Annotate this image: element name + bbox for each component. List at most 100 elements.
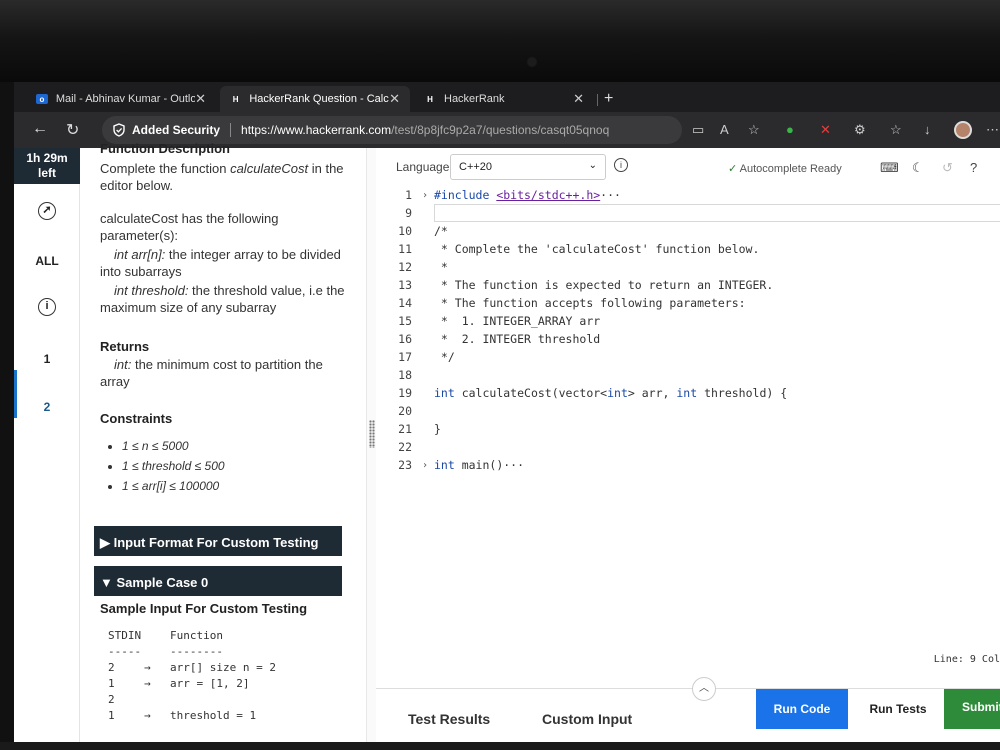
back-icon[interactable]: ← — [32, 120, 48, 138]
language-select[interactable]: C++20 ⌄ — [450, 154, 606, 180]
tab-divider — [597, 94, 598, 106]
function-name: calculateCost — [230, 161, 309, 176]
hackerrank-icon: H — [427, 94, 433, 104]
tab-hackerrank[interactable]: H HackerRank ✕ — [414, 86, 594, 112]
question-nav: 1h 29m left ➚ ALL i 1 2 — [14, 148, 80, 750]
tab-test-results[interactable]: Test Results — [408, 711, 490, 727]
code-text: #include <bits/stdc++.h>··· — [434, 188, 621, 202]
sample-case-toggle[interactable]: ▼ Sample Case 0 — [94, 566, 342, 596]
fold-icon[interactable]: › — [422, 190, 434, 201]
line-number: 14 — [398, 296, 412, 310]
nav-all[interactable]: ALL — [14, 254, 80, 268]
refresh-icon[interactable]: ↻ — [66, 120, 79, 140]
function-cell: threshold = 1 — [170, 709, 257, 722]
favorite-add-icon[interactable]: ☆ — [748, 122, 760, 138]
favorites-icon[interactable]: ☆ — [890, 122, 902, 138]
chevron-up-icon[interactable]: ︿ — [692, 677, 716, 701]
code-line: 1 › #include <bits/stdc++.h>··· — [376, 186, 1000, 204]
extensions-icon[interactable]: ⚙ — [854, 122, 866, 138]
code-line: 15 * 1. INTEGER_ARRAY arr — [376, 312, 1000, 330]
tab-custom-input[interactable]: Custom Input — [542, 711, 632, 727]
read-aloud-icon[interactable]: A — [720, 122, 729, 137]
compass-icon: ➚ — [38, 202, 56, 220]
line-number: 16 — [398, 332, 412, 346]
code-text: } — [434, 422, 441, 436]
pane-splitter[interactable] — [366, 148, 376, 750]
text: Complete the function — [100, 161, 231, 176]
table-row: 2 — [108, 692, 276, 708]
line-number: 11 — [398, 242, 412, 256]
nav-question-2[interactable]: 2 — [14, 400, 80, 414]
camera — [528, 58, 536, 66]
code-text: /* — [434, 224, 448, 238]
arrow-icon: → — [144, 677, 151, 690]
param-threshold: int threshold: the threshold value, i.e … — [100, 282, 355, 316]
tab-hackerrank-question[interactable]: H HackerRank Question - Calcul ✕ — [220, 86, 410, 112]
code-line: 18 — [376, 366, 1000, 384]
help-icon[interactable]: ? — [970, 160, 977, 175]
download-icon[interactable]: ↓ — [924, 122, 931, 137]
drag-handle-icon[interactable] — [369, 420, 375, 448]
keyboard-icon[interactable]: ⌨ — [880, 160, 899, 176]
line-number: 12 — [398, 260, 412, 274]
info-button[interactable]: i — [14, 298, 80, 316]
table-row: 1 → arr = [1, 2] — [108, 676, 276, 692]
close-icon[interactable]: ✕ — [573, 91, 584, 107]
code-line: 9 — [376, 204, 1000, 222]
code-text: * — [434, 260, 448, 274]
run-tests-button[interactable]: Run Tests — [858, 689, 938, 729]
code-line: 13 * The function is expected to return … — [376, 276, 1000, 294]
tab-bar: o Mail - Abhinav Kumar - Outlo ✕ H Hacke… — [14, 82, 1000, 112]
arrow-icon: → — [144, 661, 151, 674]
security-label: Added Security — [132, 123, 221, 137]
line-number: 19 — [398, 386, 412, 400]
submit-button[interactable]: Submit — [944, 689, 1000, 729]
code-line: 16 * 2. INTEGER threshold — [376, 330, 1000, 348]
nav-question-1[interactable]: 1 — [14, 352, 80, 366]
browser-window: o Mail - Abhinav Kumar - Outlo ✕ H Hacke… — [14, 82, 1000, 750]
stdin-cell: 1 — [108, 677, 115, 690]
compass-button[interactable]: ➚ — [14, 202, 80, 220]
more-icon[interactable]: ⋯ — [986, 122, 999, 138]
arrow-icon: → — [144, 709, 151, 722]
avatar[interactable] — [954, 121, 972, 139]
constraints-heading: Constraints — [100, 411, 173, 426]
grammarly-icon[interactable]: ● — [786, 122, 794, 137]
history-icon[interactable]: ↺ — [942, 160, 953, 176]
param-name: int threshold: — [114, 283, 189, 298]
line-number: 13 — [398, 278, 412, 292]
fold-icon[interactable]: › — [422, 460, 434, 471]
sample-input-heading: Sample Input For Custom Testing — [100, 601, 308, 616]
line-number: 18 — [398, 368, 412, 382]
stdin-cell: 2 — [108, 693, 115, 706]
close-icon[interactable]: ✕ — [195, 91, 206, 107]
code-line: 10 /* — [376, 222, 1000, 240]
input-format-toggle[interactable]: ▶ Input Format For Custom Testing — [94, 526, 342, 556]
line-number: 20 — [398, 404, 412, 418]
code-text: int calculateCost(vector<int> arr, int t… — [434, 386, 788, 400]
code-line: 23 › int main()··· — [376, 456, 1000, 474]
constraint-item: 1 ≤ n ≤ 5000 — [122, 438, 355, 455]
stdin-cell: 1 — [108, 709, 115, 722]
tab-mail[interactable]: o Mail - Abhinav Kumar - Outlo ✕ — [26, 86, 216, 112]
editor-footer: ︿ Test Results Custom Input Run Code Run… — [376, 677, 1000, 750]
dark-mode-icon[interactable]: ☾ — [912, 160, 924, 176]
camera-icon[interactable]: ▭ — [692, 122, 704, 138]
function-cell: arr = [1, 2] — [170, 677, 250, 690]
close-icon[interactable]: ✕ — [389, 91, 400, 107]
extension-icon[interactable]: ✕ — [820, 122, 831, 138]
shield-icon — [113, 123, 125, 137]
autocomplete-status[interactable]: ✓ Autocomplete Ready — [728, 162, 842, 175]
info-icon[interactable]: i — [614, 158, 628, 172]
tab-title: Mail - Abhinav Kumar - Outlo — [55, 93, 196, 105]
constraint-item: 1 ≤ threshold ≤ 500 — [122, 458, 355, 475]
laptop-bezel-bottom — [0, 742, 1000, 750]
function-cell: arr[] size n = 2 — [170, 661, 276, 674]
new-tab-icon[interactable]: + — [604, 90, 613, 108]
line-number: 9 — [405, 206, 412, 220]
tab-title: HackerRank — [444, 93, 505, 105]
run-code-button[interactable]: Run Code — [756, 689, 848, 729]
url-path: /test/8p8jfc9p2a7/questions/casqt05qnoq — [391, 123, 610, 137]
timer-value: 1h 29m — [26, 151, 68, 165]
code-text: * The function is expected to return an … — [434, 278, 774, 292]
